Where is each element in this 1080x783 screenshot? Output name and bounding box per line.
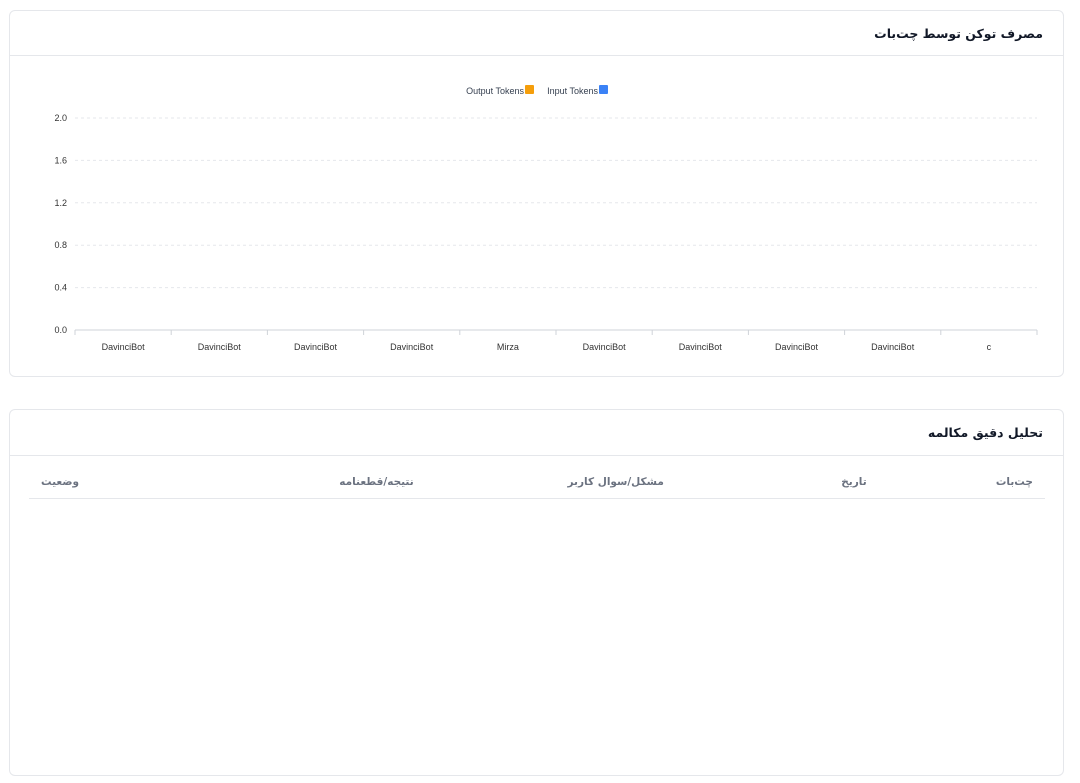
legend-swatch-input xyxy=(599,85,608,94)
analysis-table-wrap: چت‌بات تاریخ مشکل/سوال کاربر نتیجه/قطعنا… xyxy=(29,466,1045,499)
x-tick-label: DavinciBot xyxy=(390,342,434,352)
x-tick-label: DavinciBot xyxy=(102,342,146,352)
y-tick-label: 1.6 xyxy=(54,155,67,165)
y-tick-label: 1.2 xyxy=(54,198,67,208)
column-status[interactable]: وضعیت xyxy=(29,466,92,499)
x-tick-label: DavinciBot xyxy=(775,342,819,352)
x-tick-label: DavinciBot xyxy=(583,342,627,352)
y-tick-label: 0.0 xyxy=(54,325,67,335)
column-result[interactable]: نتیجه/قطعنامه xyxy=(91,466,426,499)
legend-label: Input Tokens xyxy=(547,86,598,96)
x-tick-label: DavinciBot xyxy=(198,342,242,352)
y-tick-label: 2.0 xyxy=(54,113,67,123)
x-tick-label: DavinciBot xyxy=(871,342,915,352)
x-tick-label: c xyxy=(987,342,992,352)
token-usage-chart: Output Tokens Input Tokens 0.0 0.4 0.8 1.2 1.6… xyxy=(10,56,1063,374)
analysis-table: چت‌بات تاریخ مشکل/سوال کاربر نتیجه/قطعنا… xyxy=(29,466,1045,499)
x-tick-label: DavinciBot xyxy=(294,342,338,352)
y-tick-label: 0.4 xyxy=(54,283,67,293)
x-tick-label: DavinciBot xyxy=(679,342,723,352)
column-date[interactable]: تاریخ xyxy=(675,466,879,499)
chart-svg: Output Tokens Input Tokens 0.0 0.4 0.8 1.2 1.6… xyxy=(54,85,1038,352)
column-issue[interactable]: مشکل/سوال کاربر xyxy=(425,466,676,499)
legend-swatch-output xyxy=(525,85,534,94)
legend-label: Output Tokens xyxy=(466,86,524,96)
table-header-row: چت‌بات تاریخ مشکل/سوال کاربر نتیجه/قطعنا… xyxy=(29,466,1045,499)
x-tick-label: Mirza xyxy=(497,342,519,352)
conversation-analysis-title: تحلیل دقیق مکالمه xyxy=(10,410,1063,456)
token-usage-title: مصرف توکن توسط چت‌بات xyxy=(10,11,1063,56)
token-usage-card: مصرف توکن توسط چت‌بات Output Tokens Input… xyxy=(9,10,1064,377)
y-tick-label: 0.8 xyxy=(54,240,67,250)
column-chatbot[interactable]: چت‌بات xyxy=(878,466,1045,499)
conversation-analysis-card: تحلیل دقیق مکالمه چت‌بات تاریخ مشکل/سوال… xyxy=(9,409,1064,776)
